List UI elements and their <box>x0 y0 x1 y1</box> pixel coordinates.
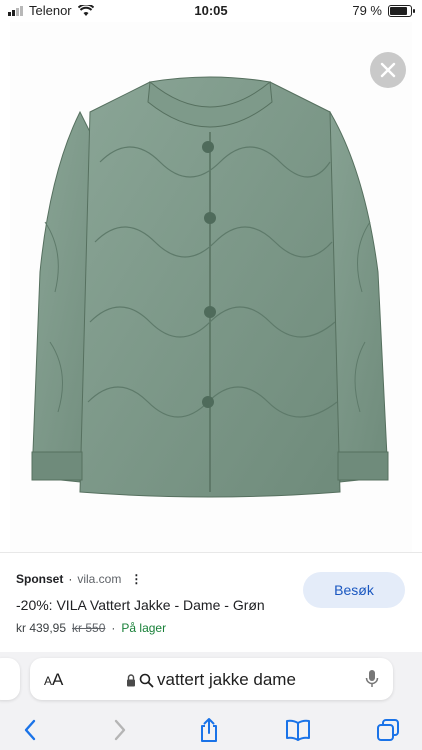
close-button[interactable] <box>370 52 406 88</box>
back-button[interactable] <box>16 716 44 744</box>
sponsored-row: Sponset · vila.com ⋮ <box>16 572 142 586</box>
previous-tab-preview[interactable] <box>0 658 20 700</box>
search-query[interactable]: vattert jakke dame <box>126 670 296 690</box>
close-icon <box>380 62 396 78</box>
jacket-image <box>31 76 389 498</box>
bookmarks-button[interactable] <box>284 716 312 744</box>
lock-icon <box>127 673 135 686</box>
separator-dot: · <box>68 572 73 586</box>
bookmarks-icon <box>286 719 310 741</box>
share-button[interactable] <box>195 716 223 744</box>
battery-icon <box>388 4 415 17</box>
old-price: kr 550 <box>72 621 106 635</box>
product-image-frame <box>10 22 412 552</box>
sponsored-label: Sponset <box>16 572 64 586</box>
availability: På lager <box>121 621 167 635</box>
forward-icon <box>114 719 126 741</box>
more-options-icon[interactable]: ⋮ <box>130 572 142 586</box>
battery-percent: 79 % <box>352 3 382 18</box>
search-icon <box>139 673 154 687</box>
browser-bar: AA vattert jakke dame <box>0 652 422 750</box>
query-text: vattert jakke dame <box>157 670 296 689</box>
tabs-icon <box>377 719 399 741</box>
address-bar[interactable]: AA vattert jakke dame <box>30 658 393 700</box>
price-row: kr 439,95 kr 550 · På lager <box>16 621 166 635</box>
current-price: kr 439,95 <box>16 621 67 635</box>
browser-toolbar <box>0 712 422 748</box>
ad-domain: vila.com <box>77 572 122 586</box>
visit-button[interactable]: Besøk <box>303 572 405 608</box>
tabs-button[interactable] <box>374 716 402 744</box>
ad-title[interactable]: -20%: VILA Vattert Jakke - Dame - Grøn <box>16 597 265 613</box>
product-image-area <box>0 22 422 552</box>
forward-button[interactable] <box>106 716 134 744</box>
status-bar: Telenor 10:05 79 % <box>0 0 422 22</box>
status-right: 79 % <box>352 3 415 18</box>
back-icon <box>24 719 36 741</box>
separator-dot: · <box>111 621 116 635</box>
microphone-icon[interactable] <box>365 669 379 689</box>
sponsored-ad-card[interactable]: Sponset · vila.com ⋮ -20%: VILA Vattert … <box>0 552 422 653</box>
text-size-button[interactable]: AA <box>44 670 63 690</box>
share-icon <box>201 718 217 742</box>
